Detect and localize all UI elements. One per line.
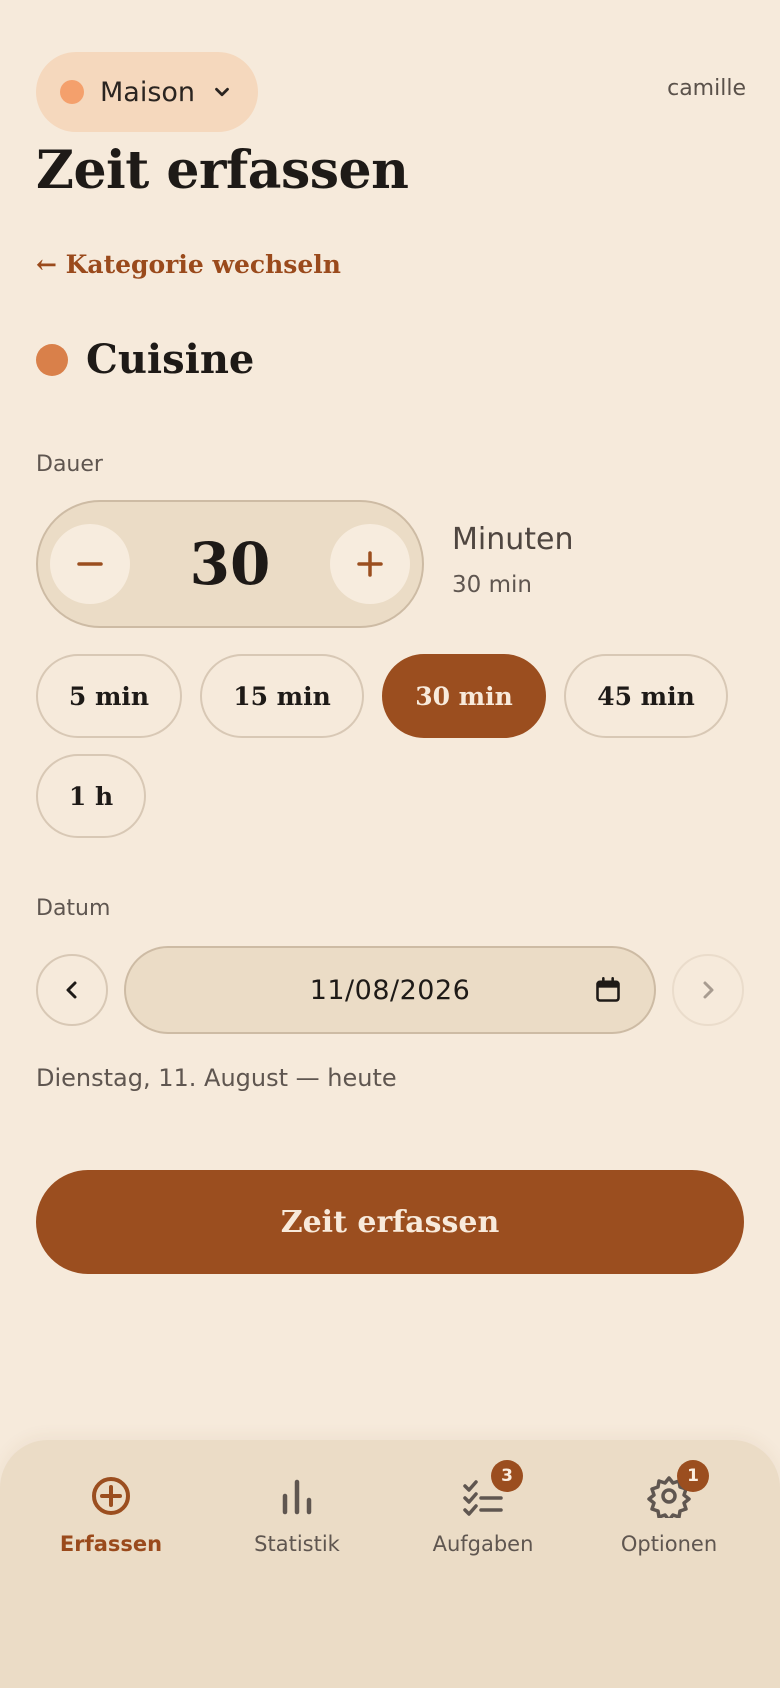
duration-stepper: 30 [36,500,424,628]
duration-summary: 30 min [452,572,532,598]
category-color-dot [36,343,68,376]
date-label: Datum [36,896,111,921]
nav-label-optionen: Optionen [620,1532,718,1556]
chevron-down-icon [215,87,229,97]
nav-label-statistik: Statistik [254,1532,340,1556]
bar-chart-icon [282,1479,312,1515]
bottom-navigation: Erfassen Statistik 3 Aufgaben 1 Optionen [0,1440,780,1688]
date-value: 11/08/2026 [309,974,471,1006]
date-input[interactable]: 11/08/2026 [124,946,656,1034]
preset-45-min[interactable]: 45 min [564,654,728,738]
preset-15-min[interactable]: 15 min [200,654,364,738]
plus-icon [357,551,383,577]
minus-icon [77,562,103,566]
nav-label-erfassen: Erfassen [59,1532,163,1556]
household-color-dot [60,80,84,104]
user-name[interactable]: camille [667,76,746,101]
nav-item-statistik[interactable]: Statistik [204,1470,390,1580]
household-label: Maison [100,76,196,108]
decrement-button[interactable] [50,524,130,604]
next-day-button[interactable] [672,954,744,1026]
increment-button[interactable] [330,524,410,604]
nav-item-aufgaben[interactable]: 3 Aufgaben [390,1460,576,1580]
chevron-left-icon [66,981,77,999]
calendar-icon[interactable] [594,976,622,1004]
optionen-badge: 1 [677,1460,709,1492]
household-switcher[interactable]: Maison [36,52,258,132]
preset-30-min[interactable]: 30 min [382,654,546,738]
page-title: Zeit erfassen [36,140,409,201]
submit-time-button[interactable]: Zeit erfassen [36,1170,744,1274]
nav-label-aufgaben: Aufgaben [432,1532,534,1556]
duration-value[interactable]: 30 [190,530,271,598]
duration-label: Dauer [36,452,103,477]
change-category-link[interactable]: ← Kategorie wechseln [36,250,341,279]
duration-unit: Minuten [452,522,574,557]
nav-item-optionen[interactable]: 1 Optionen [576,1460,762,1580]
aufgaben-badge: 3 [491,1460,523,1492]
previous-day-button[interactable] [36,954,108,1026]
nav-item-erfassen[interactable]: Erfassen [18,1470,204,1580]
preset-1-h[interactable]: 1 h [36,754,146,838]
preset-5-min[interactable]: 5 min [36,654,182,738]
chevron-right-icon [703,981,714,999]
date-caption: Dienstag, 11. August — heute [36,1064,397,1092]
category-name: Cuisine [86,336,255,383]
selected-category: Cuisine [36,336,254,383]
plus-circle-icon [92,1477,130,1515]
